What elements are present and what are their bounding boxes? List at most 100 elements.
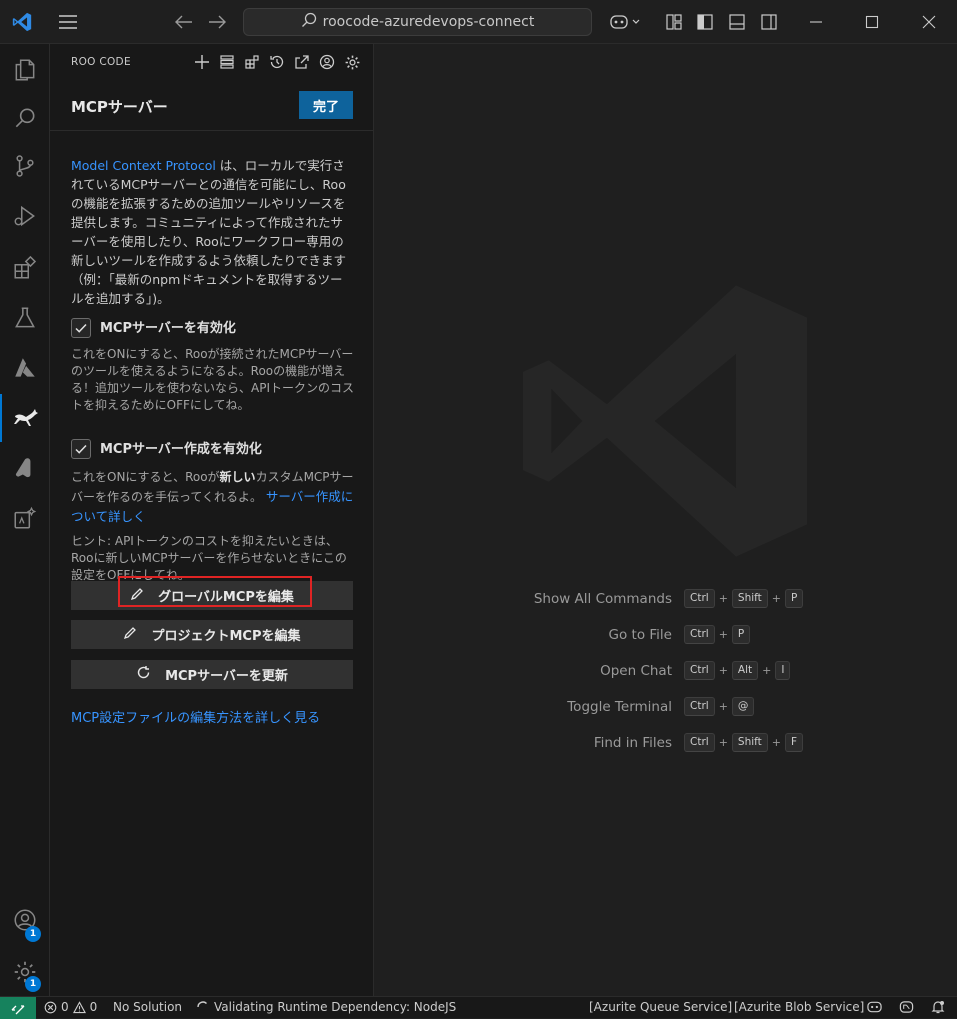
command-center-search[interactable]: roocode-azuredevops-connect: [243, 8, 592, 36]
maximize-icon[interactable]: [860, 10, 884, 34]
status-bar: 0 0 No Solution Validating Runtime Depen…: [0, 996, 957, 1019]
back-arrow-icon[interactable]: [172, 10, 196, 34]
remote-indicator[interactable]: [0, 997, 36, 1019]
mcp-servers-icon[interactable]: [217, 52, 237, 72]
roo-status-icon[interactable]: [899, 1000, 914, 1014]
notifications-bell-icon[interactable]: [931, 1000, 945, 1014]
refresh-mcp-label: MCPサーバーを更新: [165, 669, 288, 684]
search-text: roocode-azuredevops-connect: [322, 14, 535, 30]
key: Ctrl: [684, 589, 715, 608]
key: Shift: [731, 589, 768, 608]
shortcut-label: Open Chat: [600, 663, 672, 679]
validating-status[interactable]: Validating Runtime Dependency: NodeJS: [196, 1000, 456, 1014]
mcp-content: Model Context Protocol は、ローカルで実行されているMCP…: [71, 156, 355, 584]
error-count: 0: [61, 1000, 69, 1014]
sidebar-title: ROO CODE: [71, 56, 131, 68]
popout-icon[interactable]: [292, 52, 312, 72]
key: P: [785, 589, 804, 608]
key: @: [731, 697, 755, 716]
manage-gear-icon[interactable]: 1: [0, 948, 50, 996]
source-control-icon[interactable]: [0, 142, 50, 190]
accounts-icon[interactable]: 1: [0, 896, 50, 944]
shortcut-label: Find in Files: [593, 735, 672, 751]
extensions-icon[interactable]: [0, 244, 50, 292]
edit-project-mcp-button[interactable]: プロジェクトMCPを編集: [71, 620, 353, 649]
check-icon: [75, 323, 87, 333]
layout-customize-icon[interactable]: [662, 10, 686, 34]
enable-create-label: MCPサーバー作成を有効化: [100, 441, 262, 457]
key: Ctrl: [684, 733, 715, 752]
explorer-icon[interactable]: [0, 46, 50, 94]
done-button[interactable]: 完了: [299, 91, 353, 119]
accounts-badge: 1: [25, 926, 41, 942]
enable-mcp-description: これをONにすると、Rooが接続されたMCPサーバーのツールを使えるようになるよ…: [71, 347, 354, 412]
run-debug-icon[interactable]: [0, 192, 50, 240]
refresh-icon: [136, 665, 151, 684]
loading-spinner-icon: [197, 1001, 207, 1008]
enable-create-row: MCPサーバー作成を有効化: [71, 439, 355, 459]
enable-create-checkbox[interactable]: [71, 439, 91, 459]
settings-badge: 1: [25, 976, 41, 992]
shortcut-row[interactable]: Toggle Terminal Ctrl + @: [375, 697, 957, 717]
shortcut-label: Go to File: [608, 627, 672, 643]
marketplace-icon[interactable]: [242, 52, 262, 72]
intro-text: は、ローカルで実行されているMCPサーバーとの通信を可能にし、Rooの機能を拡張…: [71, 158, 347, 306]
shortcut-row[interactable]: Find in Files Ctrl + Shift + F: [375, 733, 957, 753]
azurite-queue-service[interactable]: [Azurite Queue Service]: [589, 1000, 732, 1014]
toggle-secondary-sidebar-icon[interactable]: [757, 10, 781, 34]
shortcut-keys: Ctrl + @: [684, 697, 755, 716]
page-title: MCPサーバー: [71, 98, 168, 116]
forward-arrow-icon[interactable]: [205, 10, 229, 34]
azure-devops-icon[interactable]: [0, 444, 50, 492]
shortcut-keys: Ctrl + Alt + I: [684, 661, 791, 680]
account-circle-icon[interactable]: [317, 52, 337, 72]
validating-text: Validating Runtime Dependency: NodeJS: [214, 1000, 457, 1014]
error-icon: [44, 1001, 57, 1013]
remote-icon: [11, 1005, 25, 1015]
solution-status[interactable]: No Solution: [113, 1000, 182, 1014]
copilot-icon[interactable]: [608, 10, 644, 34]
history-icon[interactable]: [267, 52, 287, 72]
model-context-protocol-link[interactable]: Model Context Protocol: [71, 158, 216, 173]
shortcut-row[interactable]: Go to File Ctrl + P: [375, 625, 957, 645]
shortcut-row[interactable]: Open Chat Ctrl + Alt + I: [375, 661, 957, 681]
azure-icon[interactable]: [0, 344, 50, 392]
highlight-box: [118, 576, 312, 607]
enable-mcp-checkbox[interactable]: [71, 318, 91, 338]
search-view-icon[interactable]: [0, 94, 50, 142]
edit-project-mcp-label: プロジェクトMCPを編集: [151, 629, 301, 644]
shortcut-keys: Ctrl + P: [684, 625, 751, 644]
title-bar: roocode-azuredevops-connect: [0, 0, 957, 44]
shortcut-row[interactable]: Show All Commands Ctrl + Shift + P: [375, 589, 957, 609]
roo-code-sidebar: ROO CODE MCPサーバー 完了 Model Context Protoc…: [50, 44, 374, 996]
shortcut-keys: Ctrl + Shift + F: [684, 733, 804, 752]
roo-code-kangaroo-icon[interactable]: [0, 394, 50, 442]
minimize-icon[interactable]: [804, 10, 828, 34]
problems-indicator[interactable]: 0 0: [44, 1000, 97, 1014]
menu-icon[interactable]: [56, 10, 80, 34]
mcp-settings-docs-link[interactable]: MCP設定ファイルの編集方法を詳しく見る: [71, 707, 320, 726]
shortcut-label: Show All Commands: [533, 591, 672, 607]
enable-mcp-row: MCPサーバーを有効化: [71, 318, 355, 338]
settings-gear-icon[interactable]: [342, 52, 362, 72]
azurite-blob-service[interactable]: [Azurite Blob Service]: [734, 1000, 864, 1014]
activity-bar: 1 1: [0, 44, 50, 996]
enable-create-desc-text: これをONにすると、Rooが: [71, 470, 220, 484]
warning-icon: [72, 1000, 86, 1013]
shortcut-keys: Ctrl + Shift + P: [684, 589, 804, 608]
search-icon: [301, 12, 317, 32]
warning-count: 0: [89, 1000, 98, 1014]
toggle-panel-icon[interactable]: [725, 10, 749, 34]
copilot-extension-icon[interactable]: [0, 494, 50, 542]
testing-flask-icon[interactable]: [0, 294, 50, 342]
key: Ctrl: [684, 697, 715, 716]
refresh-mcp-servers-button[interactable]: MCPサーバーを更新: [71, 660, 353, 689]
close-icon[interactable]: [917, 10, 941, 34]
copilot-status-icon[interactable]: [867, 1000, 882, 1014]
new-task-plus-icon[interactable]: [192, 52, 212, 72]
vscode-watermark-logo: [510, 266, 820, 580]
toggle-primary-sidebar-icon[interactable]: [693, 10, 717, 34]
shortcut-label: Toggle Terminal: [567, 699, 672, 715]
intro-paragraph: Model Context Protocol は、ローカルで実行されているMCP…: [71, 156, 355, 308]
pencil-icon: [123, 626, 137, 644]
